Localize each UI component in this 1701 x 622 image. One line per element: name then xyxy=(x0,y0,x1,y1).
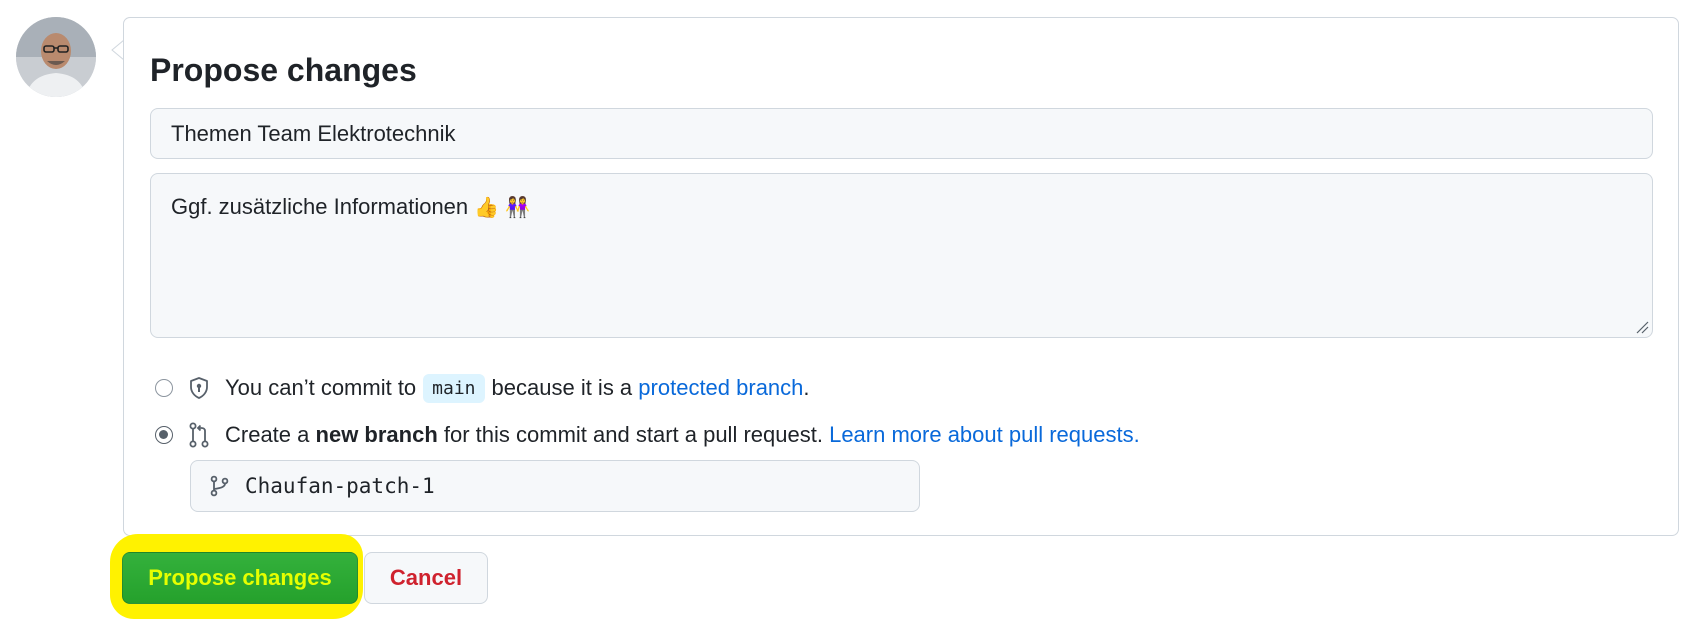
pull-requests-link[interactable]: Learn more about pull requests. xyxy=(829,422,1140,448)
protected-branch-link[interactable]: protected branch xyxy=(638,375,803,401)
avatar[interactable] xyxy=(16,17,96,97)
branch-name-input[interactable] xyxy=(243,473,887,499)
commit-option-protected: You can’t commit to main because it is a… xyxy=(155,371,810,405)
new-branch-text-middle: for this commit and start a pull request… xyxy=(443,422,823,447)
shield-lock-icon xyxy=(187,376,211,400)
branch-name-code: main xyxy=(423,373,485,403)
protected-text-after: . xyxy=(803,375,810,400)
protected-text-middle: because it is a xyxy=(491,375,633,400)
commit-description-textarea[interactable]: Ggf. zusätzliche Informationen 👍 👭 xyxy=(150,173,1653,338)
branch-name-field[interactable] xyxy=(190,460,920,512)
protected-text-before: You can’t commit to xyxy=(225,375,417,400)
resize-handle-icon[interactable] xyxy=(1635,320,1649,334)
commit-summary-input[interactable] xyxy=(150,108,1653,159)
page-title: Propose changes xyxy=(150,52,417,88)
propose-changes-button[interactable]: Propose changes xyxy=(122,552,358,604)
pull-request-icon xyxy=(187,422,211,448)
radio-new-branch[interactable] xyxy=(155,426,173,444)
new-branch-text-before: Create a xyxy=(225,422,310,447)
commit-option-new-branch: Create a new branch for this commit and … xyxy=(155,418,1140,452)
radio-commit-direct[interactable] xyxy=(155,379,173,397)
cancel-button[interactable]: Cancel xyxy=(364,552,488,604)
description-text: Ggf. zusätzliche Informationen xyxy=(171,194,469,219)
git-branch-icon xyxy=(210,475,229,497)
new-branch-bold: new branch xyxy=(315,422,438,447)
description-emojis: 👍 👭 xyxy=(474,195,531,219)
